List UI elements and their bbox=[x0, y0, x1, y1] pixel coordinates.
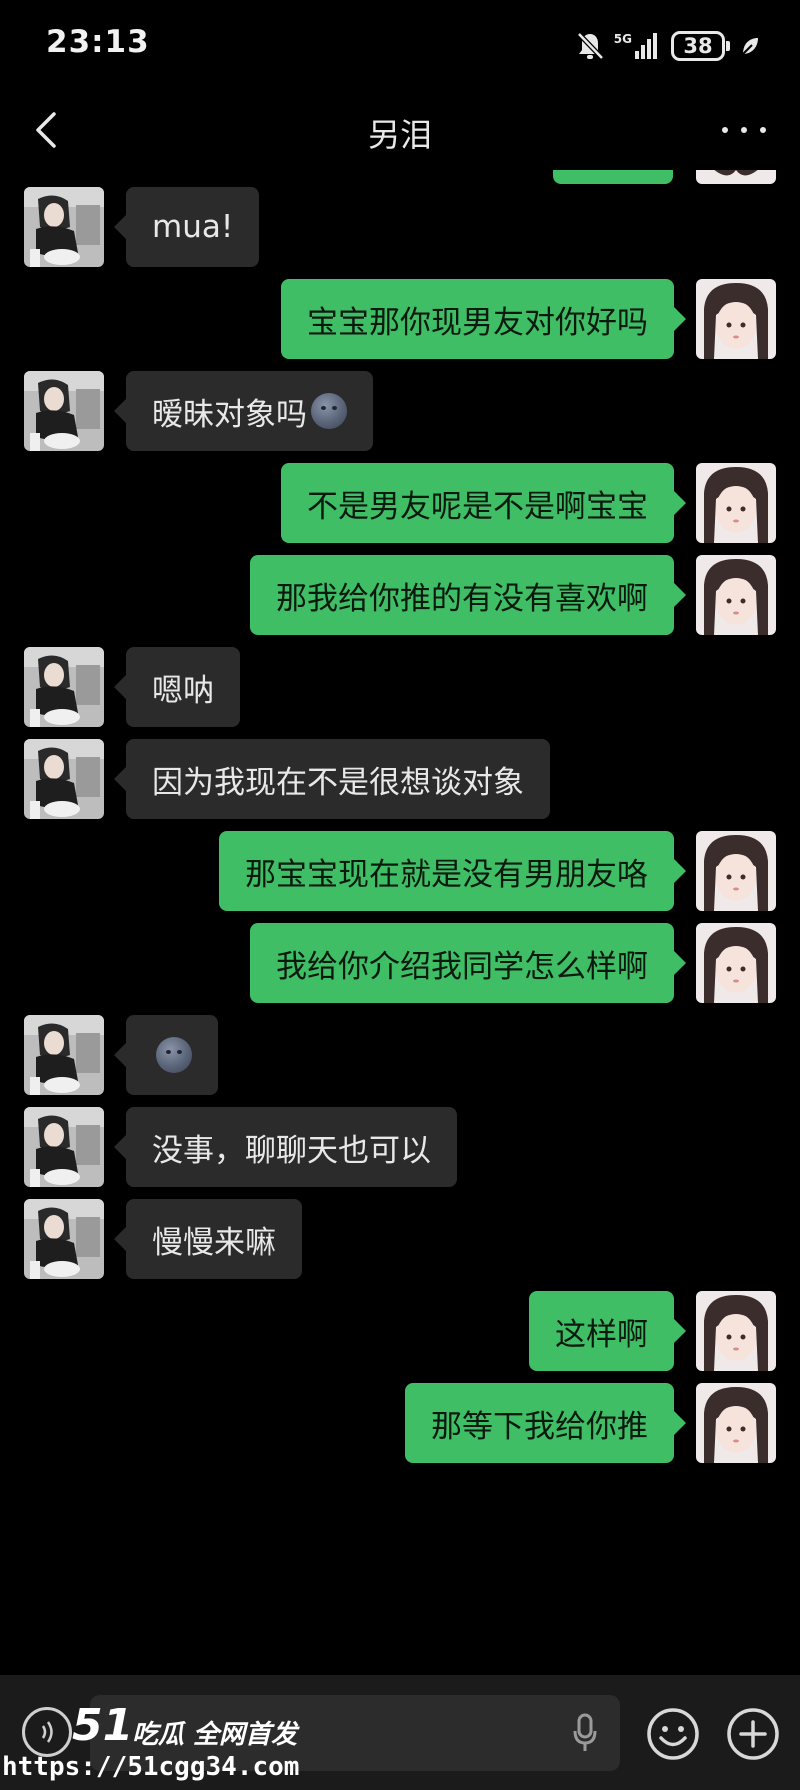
message-sent: 那等下我给你推 bbox=[0, 1383, 800, 1463]
status-icons: 5G 38 bbox=[576, 28, 760, 64]
moon-face-emoji-icon bbox=[311, 393, 347, 429]
leaf-icon bbox=[742, 38, 758, 55]
message-bubble[interactable]: 那我给你推的有没有喜欢啊 bbox=[250, 555, 686, 635]
self-avatar[interactable] bbox=[696, 923, 776, 1003]
signal-icon: 5G bbox=[614, 31, 661, 61]
self-avatar[interactable] bbox=[696, 555, 776, 635]
partial-message-bubble bbox=[553, 170, 673, 184]
battery-level: 38 bbox=[671, 31, 725, 61]
message-text: 那宝宝现在就是没有男朋友咯 bbox=[245, 856, 648, 893]
message-bubble[interactable]: 这样啊 bbox=[529, 1291, 686, 1371]
message-list[interactable]: mua! 宝宝那你现男友对你好吗暧昧对象吗不是男友呢是不是啊宝宝那我给你推的有没有… bbox=[0, 170, 800, 1675]
message-bubble[interactable] bbox=[114, 1015, 218, 1095]
message-text: 那我给你推的有没有喜欢啊 bbox=[276, 580, 648, 617]
watermark-url: https://51cgg34.com bbox=[2, 1752, 300, 1782]
battery-tip bbox=[726, 41, 730, 51]
message-bubble[interactable]: 没事，聊聊天也可以 bbox=[114, 1107, 457, 1187]
more-options-icon[interactable] bbox=[722, 108, 766, 152]
message-bubble[interactable]: 暧昧对象吗 bbox=[114, 371, 373, 451]
message-bubble[interactable]: 那宝宝现在就是没有男朋友咯 bbox=[219, 831, 686, 911]
watermark-number: 51 bbox=[72, 1700, 134, 1751]
signal-bars-icon bbox=[635, 33, 657, 59]
mute-bell-icon bbox=[576, 32, 604, 60]
contact-avatar[interactable] bbox=[24, 1199, 104, 1279]
self-avatar[interactable] bbox=[696, 463, 776, 543]
contact-avatar[interactable] bbox=[24, 371, 104, 451]
partial-self-avatar bbox=[696, 170, 776, 184]
message-sent: 那我给你推的有没有喜欢啊 bbox=[0, 555, 800, 635]
chat-header: 另泪 bbox=[0, 90, 800, 170]
message-sent: 那宝宝现在就是没有男朋友咯 bbox=[0, 831, 800, 911]
message-bubble[interactable]: 宝宝那你现男友对你好吗 bbox=[281, 279, 686, 359]
contact-avatar[interactable] bbox=[24, 739, 104, 819]
message-sent: 宝宝那你现男友对你好吗 bbox=[0, 279, 800, 359]
battery-indicator: 38 bbox=[671, 31, 730, 61]
status-time: 23:13 bbox=[46, 24, 150, 60]
message-text: 没事，聊聊天也可以 bbox=[152, 1132, 431, 1169]
message-bubble[interactable]: 不是男友呢是不是啊宝宝 bbox=[281, 463, 686, 543]
message-bubble[interactable]: 我给你介绍我同学怎么样啊 bbox=[250, 923, 686, 1003]
message-sent: 我给你介绍我同学怎么样啊 bbox=[0, 923, 800, 1003]
self-avatar[interactable] bbox=[696, 1291, 776, 1371]
message-text: 不是男友呢是不是啊宝宝 bbox=[307, 488, 648, 525]
plus-button-icon[interactable] bbox=[726, 1707, 780, 1761]
message-received: 慢慢来嘛 bbox=[0, 1199, 800, 1279]
self-avatar[interactable] bbox=[696, 1383, 776, 1463]
message-received: 暧昧对象吗 bbox=[0, 371, 800, 451]
message-text: 那等下我给你推 bbox=[431, 1408, 648, 1445]
message-text: 因为我现在不是很想谈对象 bbox=[152, 764, 524, 801]
watermark: 51 吃瓜 全网首发 https://51cgg34.com bbox=[0, 1700, 310, 1790]
message-bubble[interactable]: mua! bbox=[113, 187, 260, 267]
message-received: 因为我现在不是很想谈对象 bbox=[0, 739, 800, 819]
message-bubble[interactable]: 慢慢来嘛 bbox=[114, 1199, 302, 1279]
microphone-icon[interactable] bbox=[572, 1713, 598, 1753]
message-text: 慢慢来嘛 bbox=[152, 1224, 276, 1261]
moon-face-emoji-icon bbox=[156, 1037, 192, 1073]
contact-avatar[interactable] bbox=[24, 647, 104, 727]
message-text: 暧昧对象吗 bbox=[152, 396, 307, 433]
message-sent: 这样啊 bbox=[0, 1291, 800, 1371]
watermark-text: 吃瓜 全网首发 bbox=[132, 1720, 298, 1750]
emoji-button-icon[interactable] bbox=[646, 1707, 700, 1761]
message-bubble[interactable]: 嗯呐 bbox=[114, 647, 240, 727]
self-avatar[interactable] bbox=[696, 279, 776, 359]
self-avatar[interactable] bbox=[696, 831, 776, 911]
message-text: 我给你介绍我同学怎么样啊 bbox=[276, 948, 648, 985]
message-sent: 不是男友呢是不是啊宝宝 bbox=[0, 463, 800, 543]
message-bubble[interactable]: 因为我现在不是很想谈对象 bbox=[114, 739, 550, 819]
status-bar: 23:13 5G 38 bbox=[0, 0, 800, 90]
message-bubble[interactable]: 那等下我给你推 bbox=[405, 1383, 686, 1463]
message-text: 宝宝那你现男友对你好吗 bbox=[307, 304, 648, 341]
message-text: mua! bbox=[152, 209, 234, 245]
message-received: 没事，聊聊天也可以 bbox=[0, 1107, 800, 1187]
chat-title: 另泪 bbox=[367, 116, 432, 154]
contact-avatar[interactable] bbox=[24, 1015, 104, 1095]
message-text: 嗯呐 bbox=[152, 672, 214, 709]
message-text: 这样啊 bbox=[555, 1316, 648, 1353]
contact-avatar[interactable] bbox=[24, 187, 104, 267]
contact-avatar[interactable] bbox=[24, 1107, 104, 1187]
message-received: 嗯呐 bbox=[0, 647, 800, 727]
message-received bbox=[0, 1015, 800, 1095]
message-received: mua! bbox=[0, 187, 800, 267]
